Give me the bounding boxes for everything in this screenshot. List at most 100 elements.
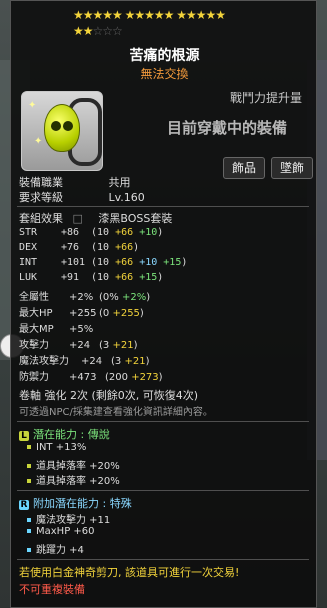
- level-label: 要求等級: [19, 191, 63, 204]
- scissors-notice: 若使用白金神奇剪刀, 該道具可進行一次交易!: [19, 566, 240, 579]
- stat-row-magic-attack: 魔法攻擊力 +24 (3 +21): [19, 352, 149, 367]
- star-force-rating: ★★★★★ ★★★★★ ★★★★★ ★★☆☆☆: [73, 7, 283, 43]
- rare-badge-icon: R: [19, 500, 29, 510]
- divider: [17, 490, 309, 491]
- trade-status: 無法交換: [140, 67, 189, 81]
- stat-row-str: STR +86 (10 +66 +10): [19, 227, 163, 238]
- stat-base: (0: [99, 308, 110, 319]
- item-tooltip: ★★★★★ ★★★★★ ★★★★★ ★★☆☆☆ 苦痛的根源 無法交換 ✦ ✦ 戰…: [10, 0, 317, 608]
- additional-line: 跳躍力 +4: [27, 541, 84, 556]
- stat-total: +473: [69, 372, 97, 383]
- stat-row-maxhp: 最大HP +255 (0 +255): [19, 304, 144, 319]
- potential-text: 道具掉落率 +20%: [36, 476, 120, 487]
- stat-name: INT: [19, 257, 38, 268]
- set-row: 套組效果 □ 漆黑BOSS套裝: [19, 210, 172, 226]
- stat-name: 全屬性: [19, 292, 49, 303]
- stat-name: 魔法攻擊力: [19, 356, 69, 367]
- stat-base: (3: [111, 356, 122, 367]
- stat-name: LUK: [19, 272, 38, 283]
- stat-base: (3: [99, 340, 110, 351]
- bullet-icon: [27, 518, 31, 522]
- bullet-icon: [27, 529, 31, 533]
- bullet-icon: [27, 548, 31, 552]
- stat-total: +5%: [69, 324, 94, 335]
- stat-close: ): [146, 292, 151, 303]
- additional-line: 魔法攻擊力 +11: [27, 511, 110, 526]
- stat-row-int: INT +101 (10 +66 +10 +15): [19, 257, 187, 268]
- stat-total: +86: [61, 227, 80, 238]
- stat-name: 防禦力: [19, 372, 49, 383]
- stat-base: (0%: [99, 292, 119, 303]
- stat-bonus: +273: [131, 372, 159, 383]
- scroll-info: 卷軸 強化 2次 (剩餘0次, 可恢復4次): [19, 389, 199, 402]
- level-row: 要求等級 Lv.160: [19, 189, 145, 205]
- job-label: 裝備職業: [19, 176, 63, 189]
- skull-eye-left: [51, 121, 61, 131]
- stat-close: ): [181, 257, 188, 268]
- stars-filled: ★★: [73, 24, 93, 38]
- tag-accessory: 飾品: [223, 157, 266, 179]
- bullet-icon: [27, 464, 31, 468]
- stat-bonus: +21: [124, 356, 146, 367]
- stars-row-1: ★★★★★ ★★★★★ ★★★★★: [73, 8, 226, 22]
- job-row: 裝備職業 共用: [19, 174, 131, 190]
- stat-base: (10: [91, 272, 110, 283]
- bullet-icon: [27, 479, 31, 483]
- stat-bonus: +66: [115, 227, 134, 238]
- item-icon-frame: ✦ ✦: [21, 91, 103, 171]
- stat-bonus: +255: [112, 308, 140, 319]
- stat-total: +24: [69, 340, 91, 351]
- stat-row-allstat: 全屬性 +2% (0% +2%): [19, 288, 150, 303]
- stat-close: ): [139, 308, 144, 319]
- stat-star: +2%: [121, 292, 147, 303]
- stat-name: 最大MP: [19, 324, 54, 335]
- stat-base: (10: [91, 257, 110, 268]
- stat-total: +91: [61, 272, 80, 283]
- lock-icon: □: [72, 212, 83, 225]
- stat-star: +15: [139, 272, 158, 283]
- divider: [17, 421, 309, 422]
- legendary-badge-icon: L: [19, 431, 29, 441]
- stat-close: ): [158, 372, 163, 383]
- stat-close: ): [157, 227, 164, 238]
- potential-line: 道具掉落率 +20%: [27, 457, 120, 472]
- tag-pendant: 墜飾: [271, 157, 314, 179]
- stat-star: +10: [139, 227, 158, 238]
- item-name: 苦痛的根源: [129, 48, 200, 64]
- stat-bonus: +66: [115, 257, 134, 268]
- potential-line: 道具掉落率 +20%: [27, 472, 120, 487]
- stat-row-maxmp: 最大MP +5%: [19, 320, 93, 335]
- stat-total: +2%: [69, 292, 94, 303]
- stat-total: +255: [69, 308, 97, 319]
- divider: [17, 559, 309, 560]
- additional-label: 附加潛在能力 : 特殊: [33, 497, 132, 510]
- sparkle-icon: ✦: [28, 100, 37, 111]
- level-value: Lv.160: [108, 191, 145, 204]
- stars-empty: ☆☆☆: [92, 24, 123, 38]
- stat-total: +101: [61, 257, 86, 268]
- stat-name: 最大HP: [19, 308, 53, 319]
- additional-line: MaxHP +60: [27, 526, 95, 537]
- stat-bonus: +21: [112, 340, 134, 351]
- stat-row-luk: LUK +91 (10 +66 +15): [19, 272, 163, 283]
- potential-text: 道具掉落率 +20%: [36, 461, 120, 472]
- stat-row-attack: 攻擊力 +24 (3 +21): [19, 336, 137, 351]
- stat-total: +24: [81, 356, 103, 367]
- sparkle-icon: ✦: [34, 136, 43, 147]
- unique-equip-notice: 不可重複裝備: [19, 583, 85, 596]
- stat-close: ): [133, 340, 138, 351]
- scroll-note: 可透過NPC/採集建查看強化資訊詳細內容。: [19, 407, 213, 418]
- stat-base: (10: [91, 227, 110, 238]
- additional-header: R 附加潛在能力 : 特殊: [19, 495, 132, 511]
- power-label: 戰鬥力提升量: [230, 91, 303, 105]
- stat-total: +76: [61, 242, 80, 253]
- stat-close: ): [145, 356, 150, 367]
- job-value: 共用: [108, 176, 131, 189]
- stars-row-2: ★★☆☆☆: [73, 23, 283, 39]
- pendant-skull-icon: [44, 104, 80, 152]
- stat-row-dex: DEX +76 (10 +66): [19, 242, 139, 253]
- divider: [17, 206, 309, 207]
- stat-name: DEX: [19, 242, 38, 253]
- bullet-icon: [27, 445, 31, 449]
- skull-eye-right: [63, 121, 73, 131]
